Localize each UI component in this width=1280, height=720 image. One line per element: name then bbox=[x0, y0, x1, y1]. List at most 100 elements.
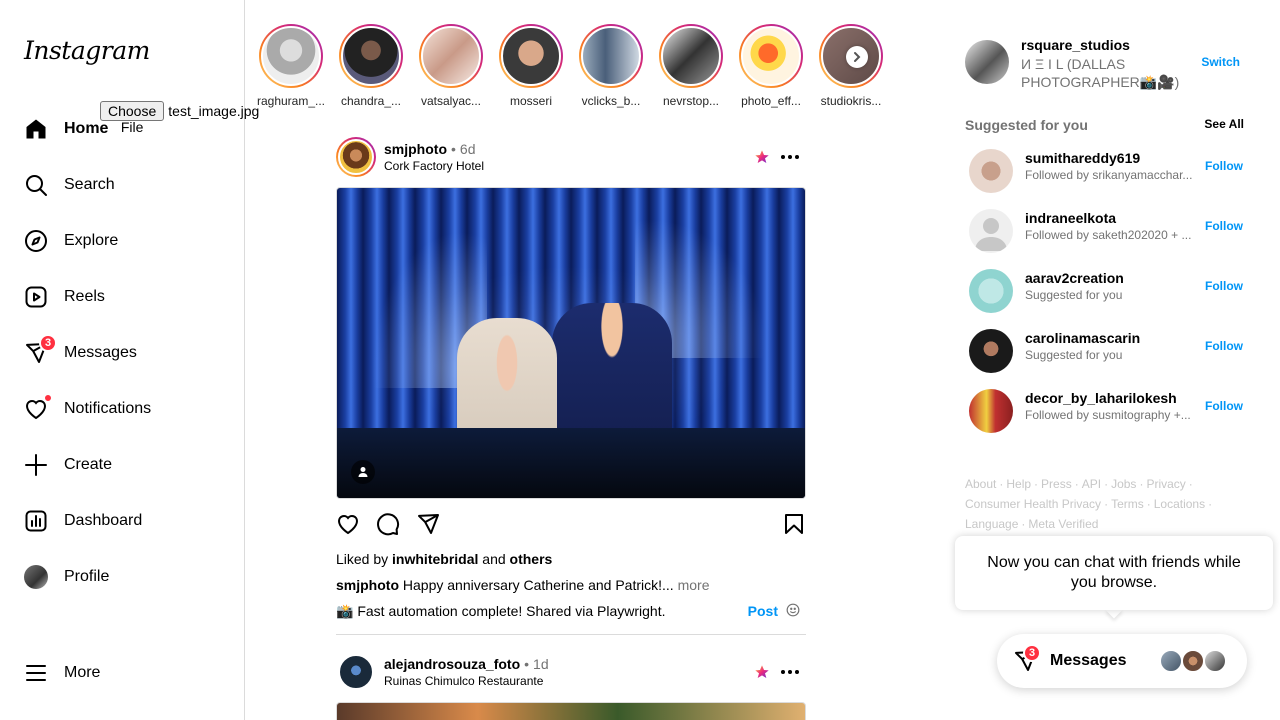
suggestion-subtitle: Suggested for you bbox=[1025, 348, 1123, 362]
messenger-icon: 3 bbox=[24, 334, 57, 365]
story-item[interactable]: raghuram_... bbox=[257, 24, 325, 108]
post-timestamp[interactable]: 6d bbox=[460, 141, 476, 157]
plus-icon bbox=[24, 453, 48, 477]
nav-item-notifications[interactable]: Notifications bbox=[24, 394, 152, 423]
switch-account-link[interactable]: Switch bbox=[1201, 55, 1240, 69]
feed-post: smjphoto • 6d Cork Factory Hotel Liked by … bbox=[336, 137, 806, 623]
story-item[interactable]: photo_eff... bbox=[738, 24, 804, 108]
post-avatar[interactable] bbox=[336, 652, 376, 692]
search-icon bbox=[24, 173, 48, 197]
follow-button[interactable]: Follow bbox=[1205, 279, 1243, 293]
comment-icon[interactable] bbox=[376, 512, 400, 536]
stories-tray: raghuram_... chandra_... vatsalyac... mo… bbox=[257, 24, 888, 108]
footer-link[interactable]: Locations bbox=[1154, 497, 1205, 511]
post-comment-button[interactable]: Post bbox=[748, 603, 778, 619]
post-location[interactable]: Ruinas Chimulco Restaurante bbox=[384, 674, 543, 688]
more-horizontal-icon bbox=[781, 670, 799, 674]
suggestion-username[interactable]: aarav2creation bbox=[1025, 270, 1124, 286]
footer-link[interactable]: About bbox=[965, 477, 996, 491]
suggestion-subtitle: Suggested for you bbox=[1025, 288, 1123, 302]
post-header: smjphoto • 6d Cork Factory Hotel bbox=[336, 137, 806, 177]
suggestion-avatar[interactable] bbox=[969, 389, 1013, 433]
choose-file-button[interactable]: Choose File bbox=[100, 101, 165, 135]
suggestion-username[interactable]: indraneelkota bbox=[1025, 210, 1116, 226]
liked-prefix: Liked by bbox=[336, 551, 389, 567]
suggestion-avatar[interactable] bbox=[969, 209, 1013, 253]
footer-links: About · Help · Press · API · Jobs · Privacy · Consu… bbox=[965, 477, 1213, 531]
nav-item-home[interactable]: Home bbox=[24, 115, 108, 143]
emoji-icon[interactable] bbox=[786, 603, 800, 617]
follow-button[interactable]: Follow bbox=[1205, 399, 1243, 413]
nav-item-create[interactable]: Create bbox=[24, 451, 112, 479]
file-upload-control: Choose File test_image.jpg bbox=[100, 101, 259, 135]
heart-icon bbox=[24, 394, 52, 421]
current-user-fullname: И Ξ I L (DALLAS PHOTOGRAPHER📸🎥) bbox=[1021, 56, 1180, 90]
story-item[interactable]: vatsalyac... bbox=[418, 24, 484, 108]
post-image[interactable] bbox=[336, 187, 806, 499]
comment-input[interactable]: 📸 Fast automation complete! Shared via P… bbox=[336, 603, 665, 620]
footer-link[interactable]: API bbox=[1082, 477, 1101, 491]
favorites-star-icon bbox=[755, 665, 769, 678]
story-item[interactable]: nevrstop... bbox=[658, 24, 724, 108]
nav-label: Create bbox=[64, 456, 113, 473]
instagram-logo[interactable]: Instagram bbox=[24, 36, 150, 65]
nav-item-profile[interactable]: Profile bbox=[24, 563, 109, 591]
current-user-avatar[interactable] bbox=[965, 40, 1009, 84]
post-location[interactable]: Cork Factory Hotel bbox=[384, 159, 484, 173]
post-more-options-button[interactable] bbox=[778, 662, 802, 682]
hamburger-menu-icon bbox=[24, 661, 48, 685]
footer-link[interactable]: Language bbox=[965, 517, 1018, 531]
post-image[interactable] bbox=[336, 702, 806, 720]
messages-badge: 3 bbox=[1023, 644, 1041, 662]
post-username[interactable]: smjphoto bbox=[384, 141, 447, 157]
share-icon[interactable] bbox=[416, 512, 440, 536]
nav-item-search[interactable]: Search bbox=[24, 171, 115, 199]
footer-link[interactable]: Privacy bbox=[1146, 477, 1185, 491]
see-all-link[interactable]: See All bbox=[1204, 117, 1244, 131]
like-heart-icon[interactable] bbox=[336, 512, 360, 536]
follow-button[interactable]: Follow bbox=[1205, 339, 1243, 353]
liked-by-user[interactable]: inwhitebridal bbox=[392, 551, 478, 567]
post-avatar[interactable] bbox=[336, 137, 376, 177]
reels-icon bbox=[24, 285, 48, 309]
footer-link[interactable]: Press bbox=[1041, 477, 1072, 491]
nav-item-more[interactable]: More bbox=[24, 659, 100, 687]
stories-next-button[interactable] bbox=[846, 46, 868, 68]
user-tag-icon[interactable] bbox=[351, 460, 375, 484]
post-more-options-button[interactable] bbox=[778, 147, 802, 167]
nav-item-explore[interactable]: Explore bbox=[24, 227, 118, 255]
suggestion-avatar[interactable] bbox=[969, 269, 1013, 313]
post-username[interactable]: alejandrosouza_foto bbox=[384, 656, 520, 672]
footer-link[interactable]: Meta Verified bbox=[1028, 517, 1098, 531]
chat-tooltip: Now you can chat with friends while you … bbox=[955, 536, 1273, 610]
suggestion-avatar[interactable] bbox=[969, 149, 1013, 193]
footer-link[interactable]: Consumer Health Privacy bbox=[965, 497, 1101, 511]
suggestion-username[interactable]: decor_by_laharilokesh bbox=[1025, 390, 1177, 406]
nav-item-dashboard[interactable]: Dashboard bbox=[24, 507, 142, 535]
footer-link[interactable]: Jobs bbox=[1111, 477, 1136, 491]
follow-button[interactable]: Follow bbox=[1205, 159, 1243, 173]
current-username[interactable]: rsquare_studios bbox=[1021, 37, 1130, 53]
story-username: nevrstop... bbox=[662, 94, 720, 108]
nav-item-messages[interactable]: 3 Messages bbox=[24, 334, 137, 367]
post-timestamp[interactable]: 1d bbox=[533, 656, 549, 672]
suggestion-avatar[interactable] bbox=[969, 329, 1013, 373]
footer-link[interactable]: Terms bbox=[1111, 497, 1144, 511]
follow-button[interactable]: Follow bbox=[1205, 219, 1243, 233]
suggestion-username[interactable]: carolinamascarin bbox=[1025, 330, 1140, 346]
nav-label: Reels bbox=[64, 288, 105, 305]
suggestion-username[interactable]: sumithareddy619 bbox=[1025, 150, 1140, 166]
footer-link[interactable]: Help bbox=[1006, 477, 1031, 491]
caption-more-link[interactable]: more bbox=[678, 577, 710, 593]
bookmark-icon[interactable] bbox=[782, 512, 806, 536]
story-item[interactable]: chandra_... bbox=[338, 24, 404, 108]
liked-and: and bbox=[482, 551, 506, 567]
caption-username[interactable]: smjphoto bbox=[336, 577, 399, 593]
story-item[interactable]: mosseri bbox=[498, 24, 564, 108]
nav-label: Notifications bbox=[64, 400, 152, 417]
liked-others[interactable]: others bbox=[510, 551, 553, 567]
feed-post: alejandrosouza_foto • 1d Ruinas Chimulco R… bbox=[336, 652, 806, 720]
messages-floating-button[interactable]: 3 Messages bbox=[997, 634, 1247, 688]
story-item[interactable]: vclicks_b... bbox=[578, 24, 644, 108]
nav-item-reels[interactable]: Reels bbox=[24, 283, 105, 311]
